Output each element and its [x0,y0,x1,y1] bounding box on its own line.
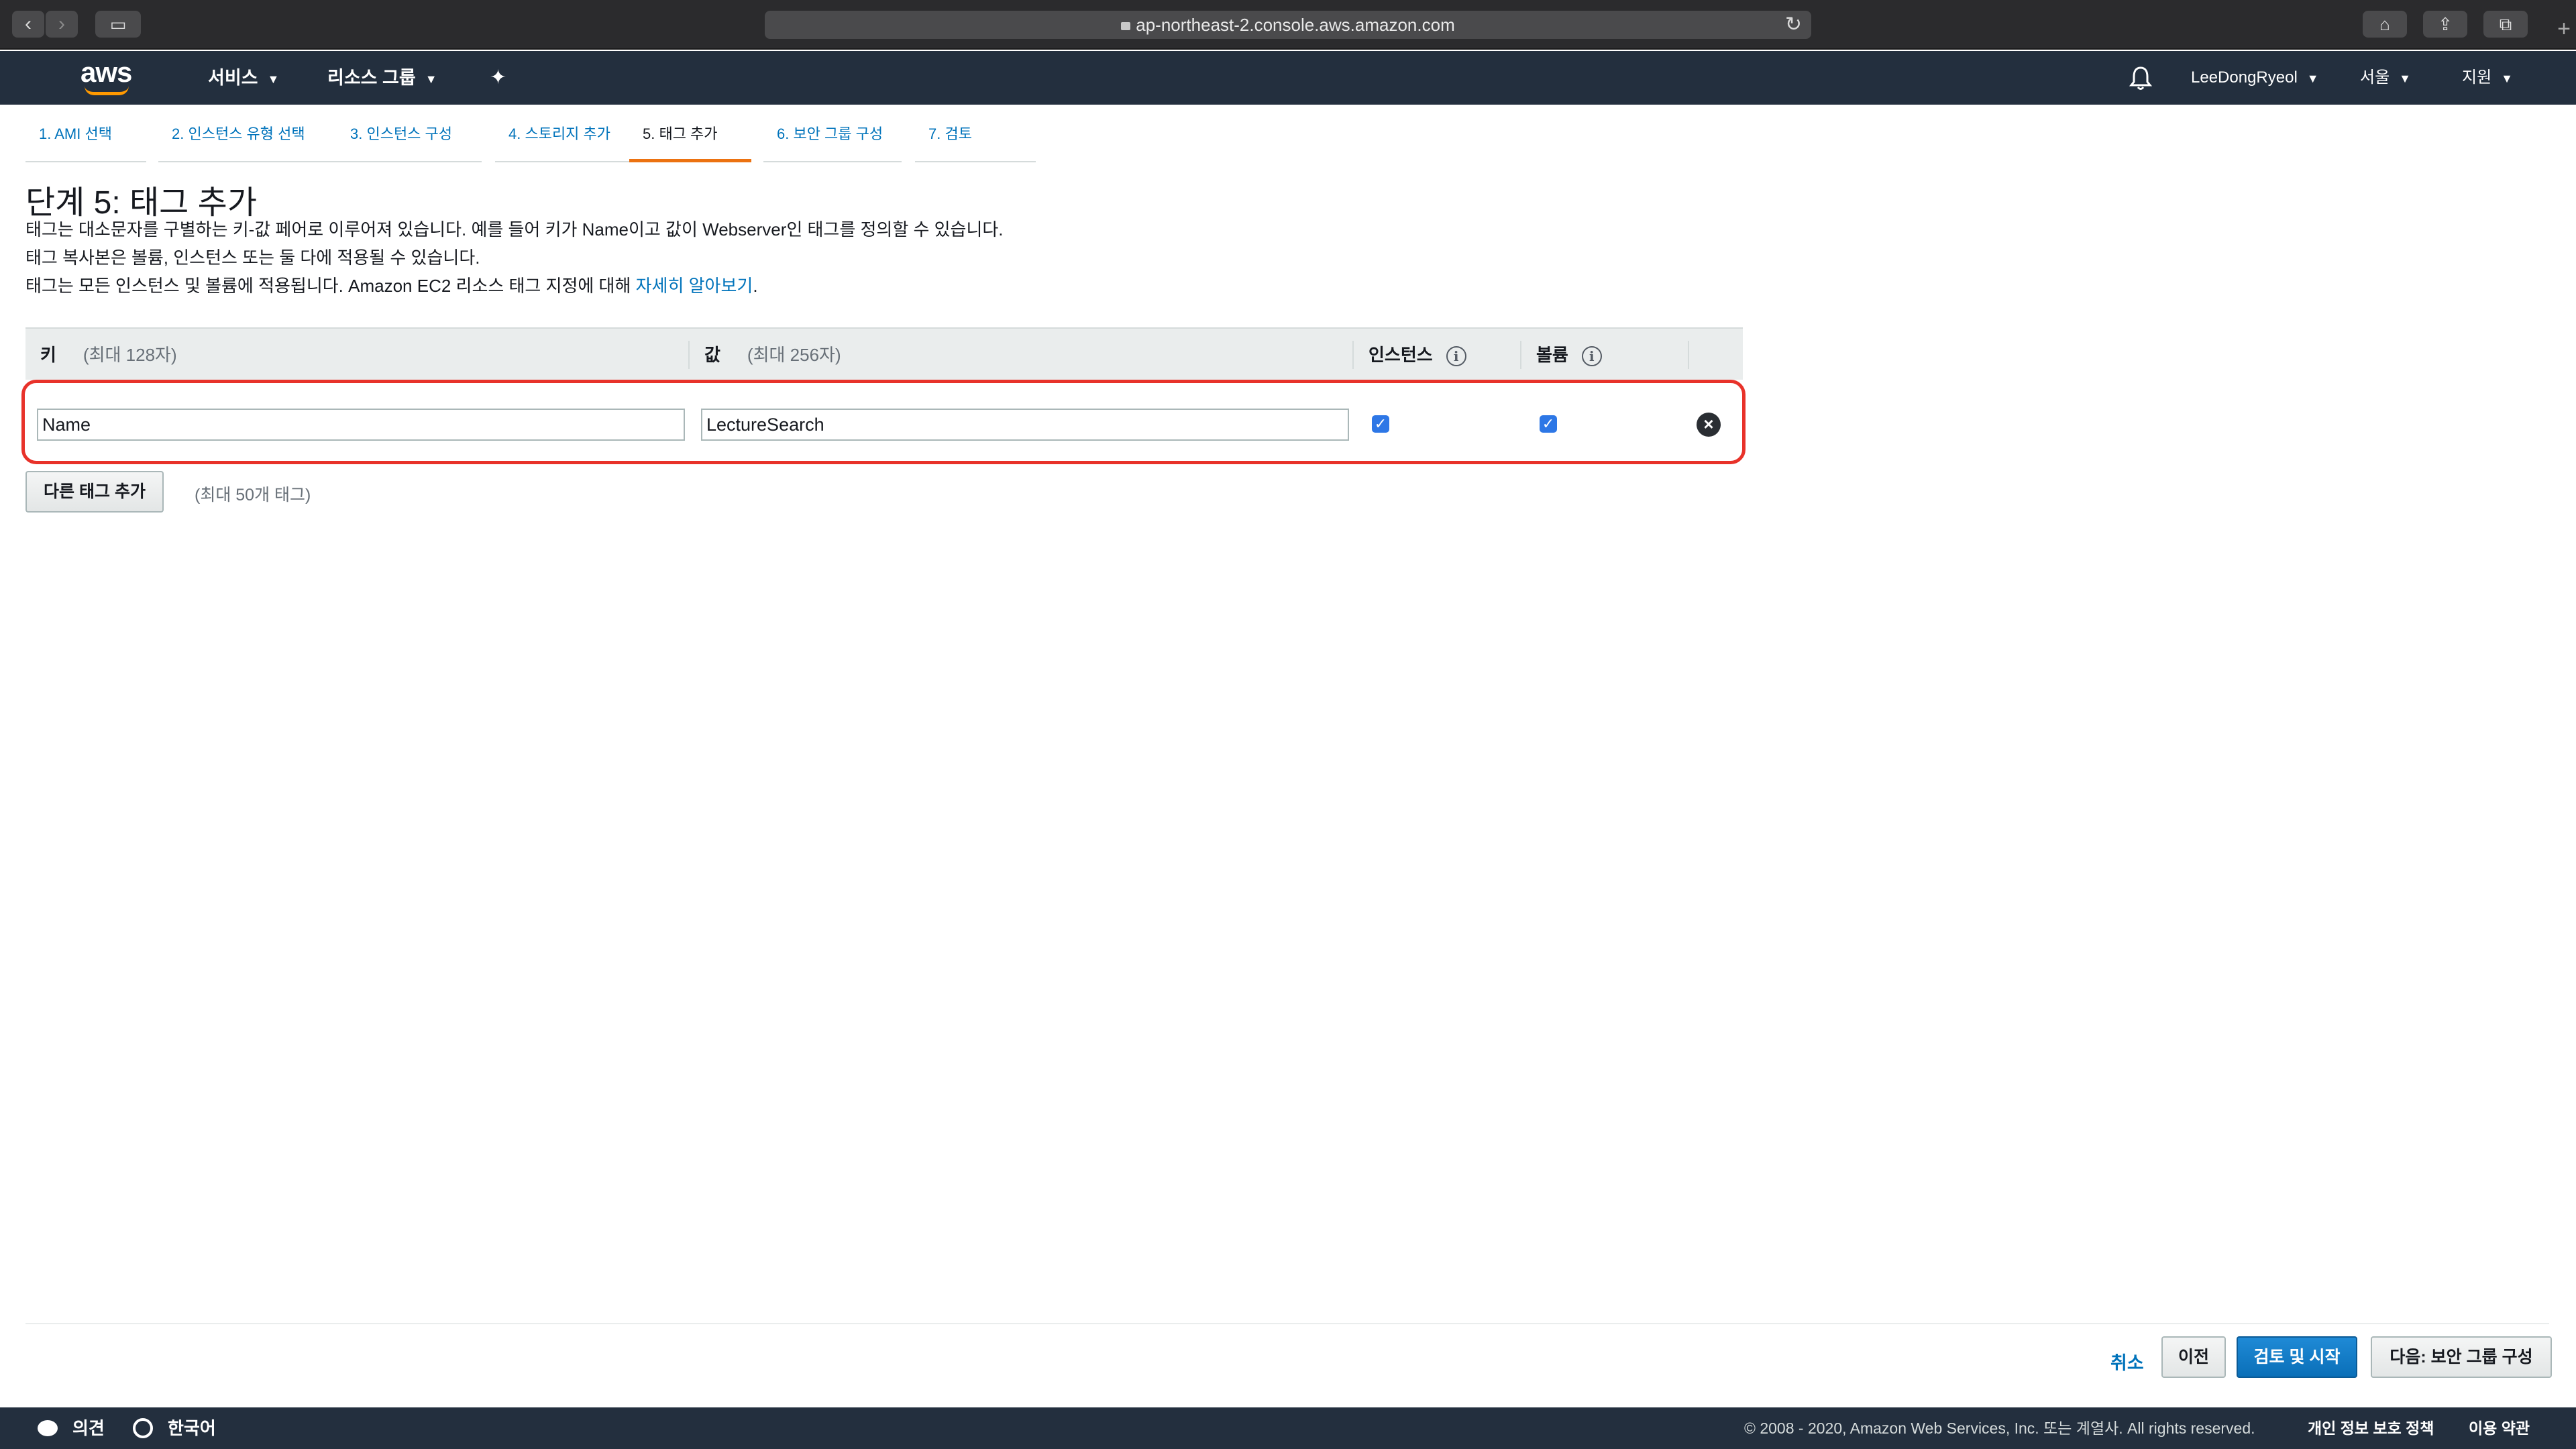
divider [25,1323,2549,1324]
aws-logo[interactable]: aws [80,56,141,99]
step-add-tags[interactable]: 5. 태그 추가 [629,122,751,162]
address-bar[interactable]: ap-northeast-2.console.aws.amazon.com ↻ [765,11,1811,39]
chat-bubble-icon [38,1420,58,1437]
step-configure-instance[interactable]: 3. 인스턴스 구성 [337,122,482,162]
column-divider [1520,341,1521,369]
learn-more-link[interactable]: 자세히 알아보기 [636,276,753,296]
info-icon[interactable]: i [1581,346,1602,367]
chevron-down-icon: ▼ [2501,71,2513,85]
forward-button[interactable]: › [46,11,78,38]
pin-icon[interactable]: ✦ [490,51,506,105]
info-icon[interactable]: i [1446,346,1466,367]
key-max-length-hint: (최대 128자) [83,345,177,365]
volume-checkbox[interactable]: ✓ [1540,415,1557,433]
lock-icon [1121,22,1131,30]
chevron-down-icon: ▼ [267,72,280,86]
column-divider [1352,341,1354,369]
description-line-3: 태그는 모든 인스턴스 및 볼륨에 적용됩니다. Amazon EC2 리소스 … [25,276,758,296]
console-footer: 의견 한국어 © 2008 - 2020, Amazon Web Service… [0,1407,2576,1449]
bell-icon[interactable] [2129,51,2153,105]
description-line-2: 태그 복사본은 볼륨, 인스턴스 또는 둘 다에 적용될 수 있습니다. [25,248,480,268]
column-divider [1688,341,1689,369]
language-selector[interactable]: 한국어 [133,1407,216,1449]
step-choose-ami[interactable]: 1. AMI 선택 [25,122,146,162]
user-menu[interactable]: LeeDongRyeol ▼ [2191,51,2319,105]
sidebar-toggle-button[interactable]: ▭ [95,11,141,38]
tabs-button[interactable]: ⧉ [2483,11,2528,38]
step-choose-instance-type[interactable]: 2. 인스턴스 유형 선택 [158,122,352,162]
region-menu[interactable]: 서울 ▼ [2360,51,2411,105]
step-configure-security-group[interactable]: 6. 보안 그룹 구성 [763,122,902,162]
reload-icon[interactable]: ↻ [1785,11,1802,39]
next-configure-security-group-button[interactable]: 다음: 보안 그룹 구성 [2371,1336,2552,1378]
description-line-1: 태그는 대소문자를 구별하는 키-값 페어로 이루어져 있습니다. 예를 들어 … [25,219,1004,239]
home-button[interactable]: ⌂ [2363,11,2407,38]
cancel-button[interactable]: 취소 [2110,1348,2144,1375]
column-volumes: 볼륨 i [1536,329,1602,381]
column-divider [688,341,690,369]
max-tags-hint: (최대 50개 태그) [195,486,311,504]
value-max-length-hint: (최대 256자) [747,345,841,365]
tag-value-input[interactable]: LectureSearch [701,409,1349,441]
column-instances: 인스턴스 i [1368,329,1466,381]
chevron-down-icon: ▼ [2399,71,2411,85]
step-add-storage[interactable]: 4. 스토리지 추가 [495,122,631,162]
chevron-down-icon: ▼ [2306,71,2319,85]
privacy-policy-link[interactable]: 개인 정보 보호 정책 [2308,1407,2434,1449]
resource-groups-menu[interactable]: 리소스 그룹 ▼ [327,51,437,105]
review-and-launch-button[interactable]: 검토 및 시작 [2237,1336,2357,1378]
instance-checkbox[interactable]: ✓ [1372,415,1389,433]
feedback-link[interactable]: 의견 [38,1407,105,1449]
column-value: 값 (최대 256자) [704,345,841,365]
globe-icon [133,1418,153,1439]
tag-key-input[interactable]: Name [37,409,685,441]
table-row: Name LectureSearch ✓ ✓ × [21,380,1746,464]
terms-of-use-link[interactable]: 이용 약관 [2469,1407,2530,1449]
share-button[interactable]: ⇪ [2423,11,2467,38]
copyright-text: © 2008 - 2020, Amazon Web Services, Inc.… [1744,1419,2255,1437]
aws-console-header: aws 서비스 ▼ 리소스 그룹 ▼ ✦ LeeDongRyeol ▼ 서울 ▼ 지원 ▼ [0,51,2576,105]
aws-smile-icon [85,86,129,95]
tags-table-header: 키 (최대 128자) 값 (최대 256자) 인스턴스 i 볼륨 i [25,327,1743,380]
services-menu[interactable]: 서비스 ▼ [208,51,279,105]
back-button[interactable]: ‹ [12,11,44,38]
step-review[interactable]: 7. 검토 [915,122,1036,162]
new-tab-button[interactable]: + [2557,17,2571,40]
browser-toolbar: ‹ › ▭ ap-northeast-2.console.aws.amazon.… [0,0,2576,50]
column-key: 키 (최대 128자) [40,345,177,365]
previous-button[interactable]: 이전 [2161,1336,2226,1378]
url-text: ap-northeast-2.console.aws.amazon.com [1136,15,1455,35]
support-menu[interactable]: 지원 ▼ [2462,51,2513,105]
add-another-tag-button[interactable]: 다른 태그 추가 [25,471,164,513]
chevron-down-icon: ▼ [425,72,437,86]
remove-tag-icon[interactable]: × [1697,413,1721,437]
